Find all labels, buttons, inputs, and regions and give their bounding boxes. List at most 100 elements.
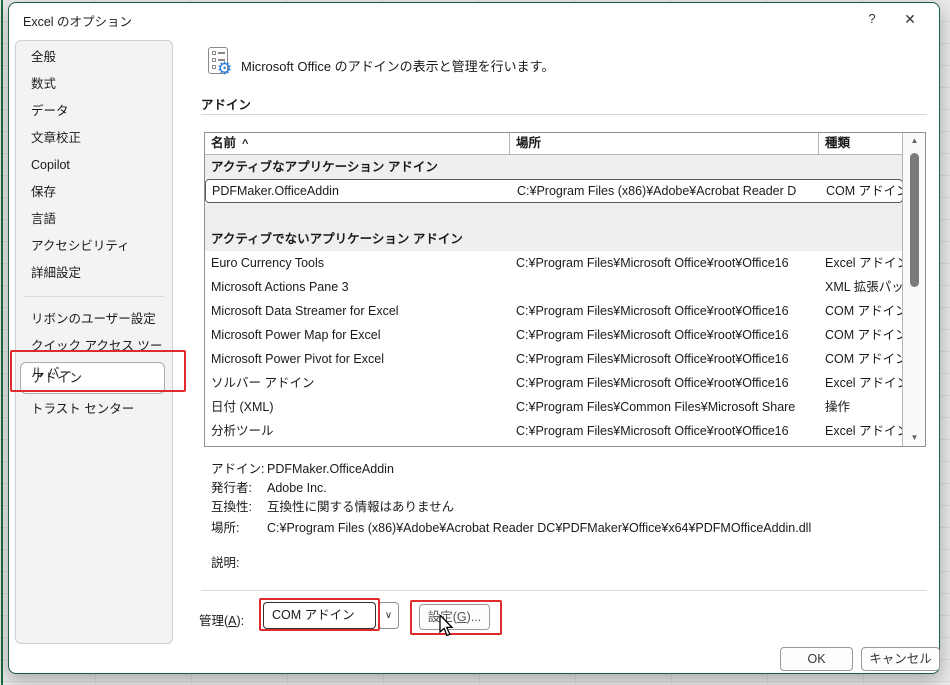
- detail-row-location: 場所:C:¥Program Files (x86)¥Adobe¥Acrobat …: [211, 517, 811, 536]
- table-row[interactable]: Microsoft Actions Pane 3 XML 拡張パック: [205, 275, 903, 299]
- settings-accelerator: G: [457, 610, 467, 624]
- table-row[interactable]: Microsoft Power Map for Excel C:¥Program…: [205, 323, 903, 347]
- manage-accelerator: A: [228, 614, 236, 628]
- detail-label: 場所:: [211, 517, 267, 536]
- sidebar-item-formulas[interactable]: 数式: [16, 71, 172, 98]
- settings-label-part: )...: [467, 610, 482, 624]
- table-spacer-row: [205, 203, 903, 227]
- cell-name: ソルバー アドイン: [205, 371, 510, 395]
- table-row[interactable]: ソルバー アドイン C:¥Program Files¥Microsoft Off…: [205, 371, 903, 395]
- group-label: アクティブなアプリケーション アドイン: [205, 155, 903, 179]
- cell-location: C:¥Program Files¥Microsoft Office¥root¥O…: [510, 419, 819, 443]
- scroll-up-icon[interactable]: ▲: [903, 133, 926, 149]
- dialog-title: Excel のオプション: [23, 11, 132, 30]
- column-header-name-label: 名前: [211, 136, 236, 150]
- sidebar-item-quick-access-toolbar[interactable]: クイック アクセス ツール バー: [16, 333, 172, 360]
- sidebar-item-customize-ribbon[interactable]: リボンのユーザー設定: [16, 306, 172, 333]
- cell-type: 操作: [819, 395, 903, 419]
- close-icon[interactable]: ✕: [897, 7, 923, 31]
- mouse-cursor-icon: [439, 615, 455, 637]
- sidebar-item-advanced[interactable]: 詳細設定: [16, 260, 172, 287]
- group-row-inactive-addins: アクティブでないアプリケーション アドイン: [205, 227, 903, 251]
- sidebar-item-accessibility[interactable]: アクセシビリティ: [16, 233, 172, 260]
- table-scrollbar[interactable]: ▲ ▼: [902, 133, 925, 446]
- detail-value: Adobe Inc.: [267, 481, 327, 495]
- help-icon[interactable]: ?: [859, 7, 885, 31]
- manage-combobox[interactable]: COM アドイン: [263, 602, 376, 629]
- table-row[interactable]: 分析ツール C:¥Program Files¥Microsoft Office¥…: [205, 419, 903, 443]
- cell-type: COM アドイン: [819, 347, 903, 371]
- cell-location: C:¥Program Files (x86)¥Adobe¥Acrobat Rea…: [511, 180, 820, 202]
- manage-label: 管理(A):: [199, 610, 244, 629]
- cell-name: Microsoft Data Streamer for Excel: [205, 299, 510, 323]
- detail-label: 説明:: [211, 552, 267, 571]
- detail-row-addin: アドイン:PDFMaker.OfficeAddin: [211, 458, 394, 477]
- table-row[interactable]: Euro Currency Tools C:¥Program Files¥Mic…: [205, 251, 903, 275]
- sidebar-item-language[interactable]: 言語: [16, 206, 172, 233]
- cancel-button[interactable]: キャンセル: [861, 647, 940, 671]
- options-sidebar: 全般 数式 データ 文章校正 Copilot 保存 言語 アクセシビリティ 詳細…: [15, 40, 173, 644]
- cell-location: C:¥Program Files¥Common Files¥Microsoft …: [510, 395, 819, 419]
- sidebar-item-proofing[interactable]: 文章校正: [16, 125, 172, 152]
- manage-label-part: 管理(: [199, 614, 228, 628]
- column-header-name[interactable]: 名前 ^: [205, 133, 510, 154]
- detail-row-publisher: 発行者:Adobe Inc.: [211, 477, 327, 496]
- detail-value: 互換性に関する情報はありません: [267, 500, 454, 514]
- detail-label: アドイン:: [211, 458, 267, 477]
- scrollbar-thumb[interactable]: [910, 153, 919, 287]
- scroll-down-icon[interactable]: ▼: [903, 430, 926, 446]
- detail-label: 互換性:: [211, 496, 267, 515]
- footer-divider: [201, 590, 927, 591]
- cell-name: 分析ツール: [205, 419, 510, 443]
- cell-name: 日付 (XML): [205, 395, 510, 419]
- section-title-addins: アドイン: [201, 94, 251, 113]
- cell-name: Microsoft Power Map for Excel: [205, 323, 510, 347]
- sidebar-item-copilot[interactable]: Copilot: [16, 152, 172, 179]
- cell-type: XML 拡張パック: [819, 275, 903, 299]
- list-bullet-icon: [212, 58, 216, 62]
- cell-location: C:¥Program Files¥Microsoft Office¥root¥O…: [510, 347, 819, 371]
- sidebar-item-trust-center[interactable]: トラスト センター: [16, 396, 172, 423]
- sidebar-item-general[interactable]: 全般: [16, 44, 172, 71]
- group-label: アクティブでないアプリケーション アドイン: [205, 227, 903, 251]
- section-divider: [201, 114, 927, 115]
- cell-name: Microsoft Power Pivot for Excel: [205, 347, 510, 371]
- excel-window-edge: [1, 0, 3, 685]
- table-row-selected-pdfmaker[interactable]: PDFMaker.OfficeAddin C:¥Program Files (x…: [205, 179, 903, 203]
- cell-location: C:¥Program Files¥Microsoft Office¥root¥O…: [510, 371, 819, 395]
- detail-row-description: 説明:: [211, 552, 267, 571]
- table-row[interactable]: Microsoft Power Pivot for Excel C:¥Progr…: [205, 347, 903, 371]
- cell-location: C:¥Program Files¥Microsoft Office¥root¥O…: [510, 251, 819, 275]
- sidebar-item-addins[interactable]: アドイン: [20, 362, 165, 394]
- table-row[interactable]: 日付 (XML) C:¥Program Files¥Common Files¥M…: [205, 395, 903, 419]
- cell-name: Microsoft Actions Pane 3: [205, 275, 510, 299]
- gear-icon: ⚙: [217, 59, 232, 79]
- cell-location: [510, 275, 819, 299]
- cell-type: Excel アドイン: [819, 371, 903, 395]
- list-line-icon: [218, 52, 225, 54]
- cell-type: COM アドイン: [819, 323, 903, 347]
- sidebar-divider: [24, 296, 164, 297]
- sort-ascending-icon: ^: [242, 138, 248, 150]
- ok-button[interactable]: OK: [780, 647, 853, 671]
- list-bullet-icon: [212, 65, 216, 69]
- sidebar-item-data[interactable]: データ: [16, 98, 172, 125]
- table-body: アクティブなアプリケーション アドイン PDFMaker.OfficeAddin…: [205, 155, 903, 443]
- detail-value: PDFMaker.OfficeAddin: [267, 462, 394, 476]
- cell-name: PDFMaker.OfficeAddin: [206, 180, 511, 202]
- table-header-row: 名前 ^ 場所 種類: [205, 133, 925, 155]
- column-header-type[interactable]: 種類: [819, 133, 903, 154]
- page-description: Microsoft Office のアドインの表示と管理を行います。: [241, 56, 554, 75]
- sidebar-item-save[interactable]: 保存: [16, 179, 172, 206]
- excel-options-dialog: Excel のオプション ? ✕ 全般 数式 データ 文章校正 Copilot …: [8, 2, 940, 674]
- cell-location: C:¥Program Files¥Microsoft Office¥root¥O…: [510, 299, 819, 323]
- table-row[interactable]: Microsoft Data Streamer for Excel C:¥Pro…: [205, 299, 903, 323]
- column-header-location[interactable]: 場所: [510, 133, 819, 154]
- cell-location: C:¥Program Files¥Microsoft Office¥root¥O…: [510, 323, 819, 347]
- group-row-active-addins: アクティブなアプリケーション アドイン: [205, 155, 903, 179]
- chevron-down-icon[interactable]: ∨: [378, 602, 399, 629]
- detail-row-compatibility: 互換性:互換性に関する情報はありません: [211, 496, 454, 515]
- cell-type: COM アドイン: [819, 299, 903, 323]
- cell-type: Excel アドイン: [819, 251, 903, 275]
- list-bullet-icon: [212, 51, 216, 55]
